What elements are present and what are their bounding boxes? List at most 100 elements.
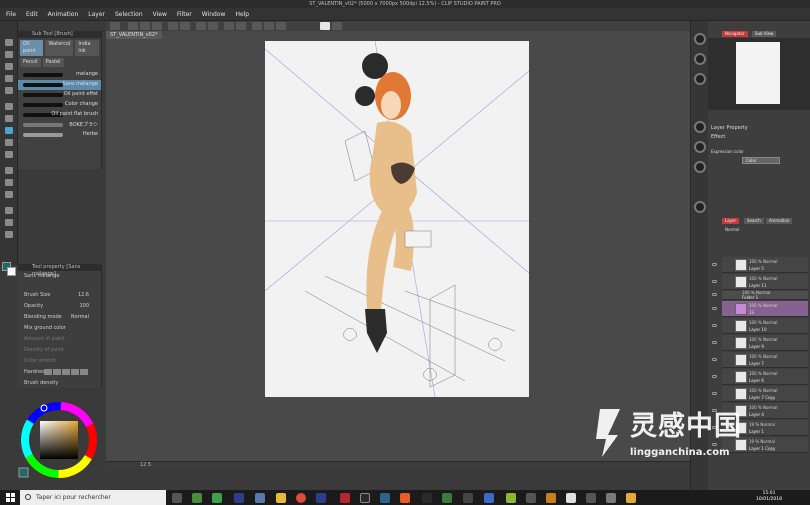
taskbar-app-icon[interactable] (586, 493, 596, 503)
layer-row[interactable]: 100 % Normal Layer 9 (712, 335, 808, 351)
layer-row[interactable]: 100 % Normal Layer 11 (712, 274, 808, 290)
snap-grid-icon[interactable] (264, 22, 274, 30)
steam-icon[interactable] (380, 493, 390, 503)
material-icon[interactable] (694, 201, 706, 213)
pencil-tool-icon[interactable] (3, 113, 15, 124)
taskbar-app-icon[interactable] (255, 493, 265, 503)
tab-layer[interactable]: Layer (722, 218, 740, 224)
drawing-canvas[interactable] (264, 40, 530, 398)
history-icon[interactable] (694, 141, 706, 153)
eyedropper-tool-icon[interactable] (3, 85, 15, 96)
clock[interactable]: 15:01 10/01/2018 (756, 491, 782, 503)
deselect-icon[interactable] (236, 22, 246, 30)
tab-pastel[interactable]: Pastel (42, 58, 64, 67)
tab-search[interactable]: Search (744, 218, 764, 224)
color-set-icon[interactable] (694, 161, 706, 173)
taskbar-app-icon[interactable] (546, 493, 556, 503)
brush-item[interactable]: Oil paint effet (18, 90, 101, 100)
tab-oil-paint[interactable]: Oil paint (20, 40, 44, 56)
menu-edit[interactable]: Edit (21, 8, 43, 21)
tab-pencil[interactable]: Pencil (20, 58, 41, 67)
open-file-icon[interactable] (140, 22, 150, 30)
menu-view[interactable]: View (148, 8, 172, 21)
navigator-preview[interactable] (708, 38, 810, 110)
expression-color-select[interactable]: Color (712, 156, 806, 166)
assets-icon[interactable] (332, 22, 342, 30)
brush-size-value[interactable]: 12.6 (78, 290, 89, 301)
fill-tool-icon[interactable] (3, 177, 15, 188)
taskbar-app-icon[interactable] (192, 493, 202, 503)
menu-file[interactable]: File (0, 8, 21, 21)
zoom-level[interactable]: 12.5 (140, 462, 151, 468)
hardness-row[interactable]: Hardness (18, 367, 101, 378)
blend-tool-icon[interactable] (3, 165, 15, 176)
quick-access-icon[interactable] (694, 33, 706, 45)
eye-icon[interactable] (712, 341, 717, 344)
document-tab[interactable]: ST_VALENTIN_v02* (106, 31, 162, 39)
undo-icon[interactable] (168, 22, 178, 30)
airbrush-tool-icon[interactable] (3, 137, 15, 148)
layer-row[interactable]: 100 % Normal Layer 6 (712, 369, 808, 385)
selection-tool-icon[interactable] (3, 73, 15, 84)
menu-window[interactable]: Window (197, 8, 231, 21)
task-view-icon[interactable] (172, 493, 182, 503)
tab-navigator[interactable]: Navigator (722, 31, 748, 37)
brush-item-selected[interactable]: Sans mélange (18, 80, 101, 90)
text-tool-icon[interactable] (3, 229, 15, 240)
taskbar-search[interactable]: Taper ici pour rechercher (20, 490, 166, 505)
tab-animation[interactable]: Animation (766, 218, 793, 224)
menu-layer[interactable]: Layer (83, 8, 110, 21)
eraser-tool-icon[interactable] (3, 149, 15, 160)
taskbar-app-icon[interactable] (506, 493, 516, 503)
cloud-icon[interactable] (320, 22, 330, 30)
brush-tool-icon[interactable] (3, 125, 15, 136)
navigator-icon[interactable] (694, 73, 706, 85)
move-tool-icon[interactable] (3, 49, 15, 60)
tab-india-ink[interactable]: India ink (75, 40, 99, 56)
eye-icon[interactable] (712, 280, 717, 283)
layer-row[interactable]: 100 % Normal Layer 7 (712, 352, 808, 368)
taskbar-app-icon[interactable] (626, 493, 636, 503)
layer-row[interactable]: 100 % Normal Layer 5 (712, 257, 808, 273)
pen-tool-icon[interactable] (3, 101, 15, 112)
taskbar-app-icon[interactable] (484, 493, 494, 503)
taskbar-app-icon[interactable] (442, 493, 452, 503)
layer-row-selected[interactable]: 100 % Normal 13 (712, 301, 808, 317)
zoom-tool-icon[interactable] (3, 37, 15, 48)
menu-animation[interactable]: Animation (43, 8, 84, 21)
layer-row[interactable]: 100 % Normal Layer 7 Copy (712, 386, 808, 402)
new-file-icon[interactable] (128, 22, 138, 30)
layer-property-icon[interactable] (694, 121, 706, 133)
eye-icon[interactable] (712, 324, 717, 327)
layer-row[interactable]: 100 % Normal Layer 10 (712, 318, 808, 334)
gradient-tool-icon[interactable] (3, 189, 15, 200)
blending-row[interactable]: Blending mode Normal (18, 312, 101, 323)
clip-studio-icon[interactable] (606, 493, 616, 503)
taskbar-app-icon[interactable] (463, 493, 473, 503)
eye-icon[interactable] (712, 307, 717, 310)
taskbar-app-icon[interactable] (340, 493, 350, 503)
transform-icon[interactable] (224, 22, 234, 30)
mix-ground-row[interactable]: Mix ground color (18, 323, 101, 334)
layer-blend-mode[interactable]: Normal (725, 227, 739, 232)
opacity-row[interactable]: Opacity 100 (18, 301, 101, 312)
brush-item[interactable]: BOKEブラシ (18, 120, 101, 130)
eye-icon[interactable] (712, 358, 717, 361)
brush-item[interactable]: Color change (18, 100, 101, 110)
save-icon[interactable] (152, 22, 162, 30)
app-home-icon[interactable] (110, 22, 120, 30)
windows-start-icon[interactable] (6, 493, 15, 502)
tab-watercolor[interactable]: Watercol (45, 40, 74, 56)
background-color-swatch[interactable] (7, 267, 16, 276)
photoshop-icon[interactable] (316, 493, 326, 503)
hardness-presets[interactable] (44, 369, 88, 375)
brush-size-row[interactable]: Brush Size 12.6 (18, 290, 101, 301)
brush-density-row[interactable]: Brush density (18, 378, 101, 389)
snap-perspective-icon[interactable] (276, 22, 286, 30)
photoshop-icon[interactable] (234, 493, 244, 503)
eye-icon[interactable] (712, 263, 717, 266)
redo-icon[interactable] (180, 22, 190, 30)
taskbar-app-icon[interactable] (566, 493, 576, 503)
brush-size-icon[interactable] (694, 53, 706, 65)
tab-sub-view[interactable]: Sub View (752, 31, 777, 37)
